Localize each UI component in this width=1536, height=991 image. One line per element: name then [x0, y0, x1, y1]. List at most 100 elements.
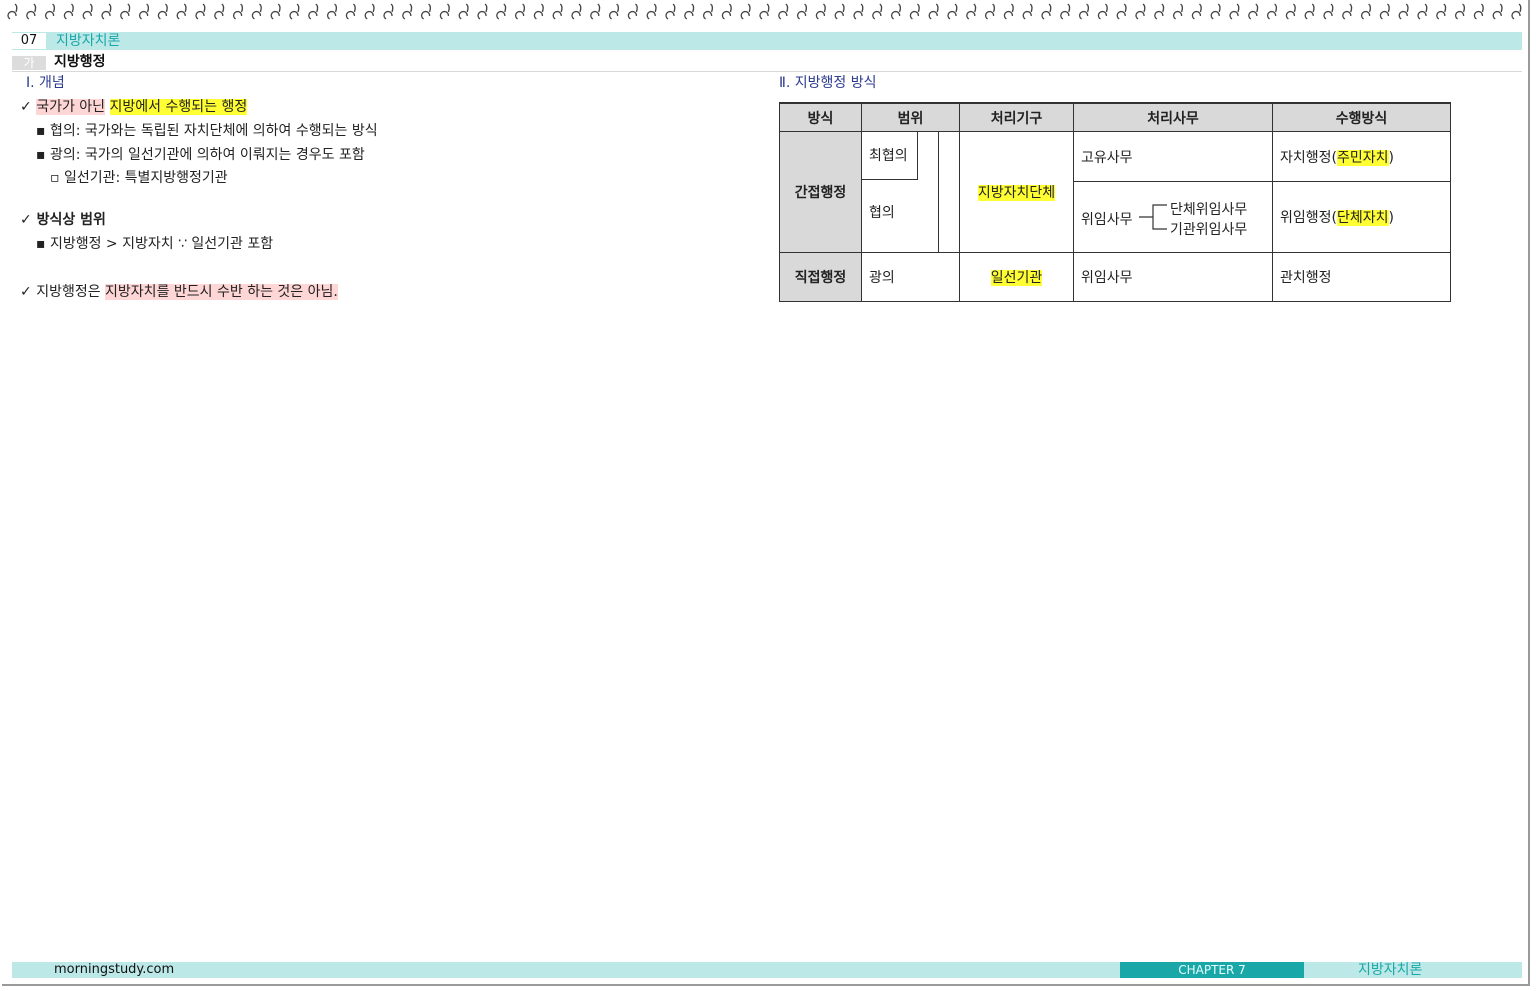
spiral-ring — [1097, 3, 1108, 20]
spiral-ring — [327, 3, 338, 20]
spiral-ring — [26, 3, 37, 20]
branch-icon — [1139, 204, 1167, 230]
spiral-ring — [101, 3, 112, 20]
spiral-ring — [1135, 3, 1146, 20]
spiral-ring — [590, 3, 601, 20]
spiral-ring — [421, 3, 432, 20]
spiral-ring — [1473, 3, 1484, 20]
table-header-row: 방식 범위 처리기구 처리사무 수행방식 — [779, 102, 1451, 132]
spiral-ring — [1511, 3, 1522, 20]
chapter-number: 07 — [12, 33, 46, 49]
table-row: 직접행정 광의 일선기관 위임사무 관치행정 — [779, 252, 1451, 302]
spiral-ring — [1398, 3, 1409, 20]
field-agency-item: ▫ 일선기관: 특별지방행정기관 — [50, 170, 228, 186]
note-highlight: 지방자치를 반드시 수반 하는 것은 아님. — [105, 284, 338, 300]
spiral-ring — [1436, 3, 1447, 20]
spiral-ring — [345, 3, 356, 20]
spiral-ring — [1267, 3, 1278, 20]
check-icon: ✓ — [20, 99, 32, 115]
spiral-ring — [364, 3, 375, 20]
spiral-ring — [872, 3, 883, 20]
section-title: 지방행정 — [54, 54, 106, 70]
agency-field: 일선기관 — [990, 270, 1043, 286]
spiral-ring — [759, 3, 770, 20]
spiral-ring — [552, 3, 563, 20]
spiral-ring — [1229, 3, 1240, 20]
spiral-ring — [928, 3, 939, 20]
spiral-ring — [1210, 3, 1221, 20]
scope-narrow: 협의 — [869, 205, 895, 221]
spiral-ring — [1079, 3, 1090, 20]
header-agency: 처리기구 — [959, 102, 1074, 132]
delegated-agency: 기관위임사무 — [1170, 221, 1248, 238]
spiral-ring — [195, 3, 206, 20]
spiral-ring — [627, 3, 638, 20]
spiral-ring — [1248, 3, 1259, 20]
method-table: 방식 범위 처리기구 처리사무 수행방식 간접행정 최협의 협의 지방자치단체 … — [779, 102, 1451, 302]
agency-field-cell: 일선기관 — [959, 252, 1074, 302]
spiral-ring — [214, 3, 225, 20]
spiral-ring — [609, 3, 620, 20]
scope-narrowest: 최협의 — [862, 132, 918, 180]
spiral-ring — [515, 3, 526, 20]
spiral-ring — [985, 3, 996, 20]
spiral-ring — [1116, 3, 1127, 20]
footer-chapter: CHAPTER 7 — [1120, 962, 1304, 978]
direct-admin: 직접행정 — [779, 252, 862, 302]
spiral-ring — [740, 3, 751, 20]
scope-item: ▪ 지방행정 > 지방자치 ∵ 일선기관 포함 — [36, 236, 274, 252]
spiral-ring — [1173, 3, 1184, 20]
spiral-ring — [665, 3, 676, 20]
check-icon: ✓ — [20, 212, 32, 228]
spiral-ring — [703, 3, 714, 20]
note-pre: 지방행정은 — [36, 284, 101, 300]
own-affairs: 고유사무 — [1073, 130, 1273, 183]
chapter-header: 07 지방자치론 — [12, 32, 1522, 50]
footer-title: 지방자치론 — [1358, 962, 1423, 978]
footer-site: morningstudy.com — [54, 962, 175, 977]
delegated-branch: 위임사무 단체위임사무 기관위임사무 — [1081, 183, 1272, 252]
spiral-ring — [82, 3, 93, 20]
chapter-title: 지방자치론 — [56, 33, 121, 49]
gov-admin: 관치행정 — [1272, 252, 1451, 302]
deleg-admin-cell: 위임행정(단체자치) — [1272, 181, 1451, 253]
section-header: 가 지방행정 — [12, 54, 1522, 72]
spiral-ring — [1041, 3, 1052, 20]
check-icon: ✓ — [20, 284, 32, 300]
spiral-ring — [139, 3, 150, 20]
spiral-ring — [1191, 3, 1202, 20]
deleg-admin-hl: 단체자치 — [1336, 210, 1389, 227]
spiral-ring — [1379, 3, 1390, 20]
definition-pre: 국가가 아닌 — [36, 99, 106, 115]
spiral-ring — [439, 3, 450, 20]
scope-text: 방식상 범위 — [36, 212, 106, 228]
self-gov-pre: 자치행정( — [1280, 149, 1337, 166]
delegated-direct: 위임사무 — [1073, 252, 1273, 302]
spiral-ring — [176, 3, 187, 20]
bullet-note: ✓ 지방행정은 지방자치를 반드시 수반 하는 것은 아님. — [20, 283, 338, 301]
delegated-group: 단체위임사무 — [1170, 201, 1248, 218]
scope-nested: 최협의 협의 — [861, 131, 960, 253]
spiral-ring — [233, 3, 244, 20]
spiral-ring — [909, 3, 920, 20]
header-affairs: 처리사무 — [1073, 102, 1273, 132]
spiral-ring — [383, 3, 394, 20]
agency-local-cell: 지방자치단체 — [959, 131, 1074, 253]
spiral-ring — [1417, 3, 1428, 20]
spiral-ring — [270, 3, 281, 20]
indirect-admin: 간접행정 — [779, 131, 862, 253]
method-heading: Ⅱ. 지방행정 방식 — [779, 75, 877, 91]
bullet-scope: ✓ 방식상 범위 — [20, 211, 106, 229]
spiral-ring — [1455, 3, 1466, 20]
spiral-ring — [778, 3, 789, 20]
spiral-ring — [853, 3, 864, 20]
agency-local: 지방자치단체 — [977, 185, 1056, 201]
spiral-ring — [458, 3, 469, 20]
spiral-ring — [63, 3, 74, 20]
spiral-ring — [721, 3, 732, 20]
spiral-ring — [402, 3, 413, 20]
spiral-ring — [120, 3, 131, 20]
spiral-ring — [947, 3, 958, 20]
delegated-cell: 위임사무 단체위임사무 기관위임사무 — [1073, 181, 1273, 253]
spiral-ring — [308, 3, 319, 20]
